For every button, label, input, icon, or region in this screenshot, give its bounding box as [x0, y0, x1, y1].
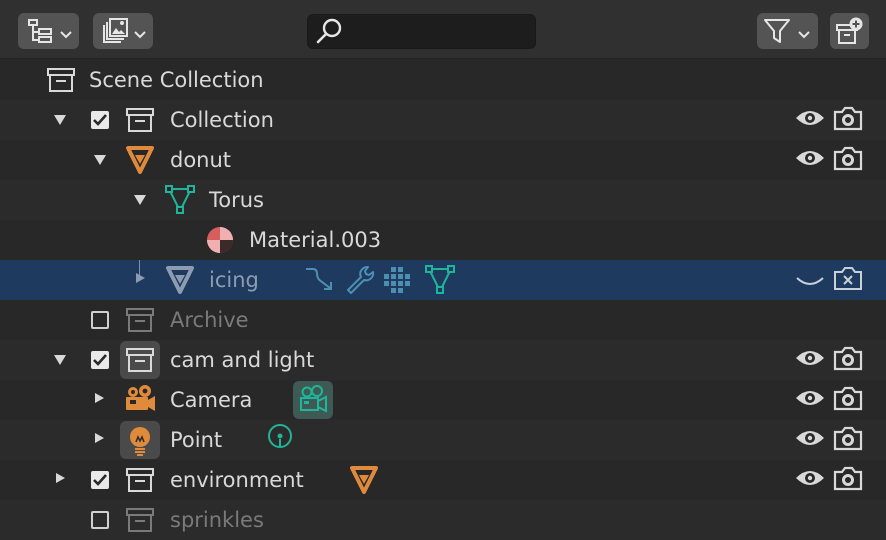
disclosure-expanded-icon[interactable] — [80, 140, 120, 180]
row-label: Material.003 — [249, 228, 382, 252]
row-label: Archive — [170, 308, 249, 332]
chevron-down-icon — [797, 23, 811, 47]
tree-row-archive[interactable]: Archive — [0, 300, 886, 340]
search-input[interactable] — [307, 14, 536, 49]
row-label: donut — [170, 148, 232, 172]
disclosure-expanded-icon[interactable] — [40, 340, 80, 380]
checkbox-unchecked[interactable] — [80, 500, 120, 540]
collection-icon — [120, 500, 160, 540]
row-label: cam and light — [170, 348, 315, 372]
view-layer-dropdown[interactable] — [93, 13, 153, 49]
search-icon — [314, 17, 344, 52]
collection-icon — [120, 340, 160, 380]
eye-closed-icon[interactable] — [790, 260, 830, 300]
collection-icon — [41, 60, 81, 100]
row-label: Collection — [170, 108, 274, 132]
row-label: sprinkles — [170, 508, 264, 532]
checkbox-unchecked[interactable] — [80, 300, 120, 340]
tree-row-material[interactable]: Material.003 — [0, 220, 886, 260]
camera-render-icon[interactable] — [828, 100, 868, 140]
outliner-icon — [27, 18, 53, 49]
mesh-object-icon[interactable] — [344, 460, 384, 500]
tree-row-sprinkles[interactable]: sprinkles — [0, 500, 886, 540]
checkbox-checked[interactable] — [80, 340, 120, 380]
wrench-icon[interactable] — [340, 260, 380, 300]
disclosure-collapsed-icon[interactable] — [80, 380, 120, 420]
camera-render-icon[interactable] — [828, 140, 868, 180]
tree-row-cam-and-light[interactable]: cam and light — [0, 340, 886, 380]
tree-row-scene-collection[interactable]: Scene Collection — [0, 60, 886, 100]
tree-row-collection[interactable]: Collection — [0, 100, 886, 140]
camera-render-icon[interactable] — [828, 420, 868, 460]
chevron-down-icon — [133, 23, 147, 47]
new-collection-button[interactable] — [830, 13, 869, 49]
camera-render-icon[interactable] — [828, 380, 868, 420]
outliner-panel: Scene Collection Collection donut Torus … — [0, 0, 886, 540]
tree-row-environment[interactable]: environment — [0, 460, 886, 500]
eye-icon[interactable] — [790, 420, 830, 460]
tree-row-point[interactable]: Point — [0, 420, 886, 460]
tree-row-icing[interactable]: icing — [0, 260, 886, 300]
checkbox-checked[interactable] — [80, 460, 120, 500]
display-mode-dropdown[interactable] — [18, 13, 79, 49]
camera-data-icon[interactable] — [293, 380, 333, 420]
mesh-object-icon — [160, 260, 200, 300]
eye-icon[interactable] — [790, 100, 830, 140]
eye-icon[interactable] — [790, 380, 830, 420]
eye-icon[interactable] — [790, 460, 830, 500]
disclosure-expanded-icon[interactable] — [120, 180, 160, 220]
filter-dropdown[interactable] — [757, 13, 818, 49]
eye-icon[interactable] — [790, 140, 830, 180]
camera-render-icon[interactable] — [828, 460, 868, 500]
tree-row-torus[interactable]: Torus — [0, 180, 886, 220]
collection-icon — [120, 100, 160, 140]
outliner-header — [0, 0, 886, 59]
grid-icon[interactable] — [380, 260, 420, 300]
collection-icon — [120, 460, 160, 500]
disclosure-collapsed-icon[interactable] — [40, 460, 80, 500]
mesh-data-icon[interactable] — [420, 260, 460, 300]
checkbox-checked[interactable] — [80, 100, 120, 140]
collection-icon — [120, 300, 160, 340]
material-icon — [200, 220, 240, 260]
chevron-down-icon — [59, 23, 73, 47]
row-label: environment — [170, 468, 304, 492]
mesh-data-icon — [160, 180, 200, 220]
view-layer-icon — [101, 17, 129, 50]
row-label: Point — [170, 428, 223, 452]
mesh-object-icon — [120, 140, 160, 180]
tree-row-camera[interactable]: Camera — [0, 380, 886, 420]
camera-icon — [120, 380, 160, 420]
disclosure-expanded-icon[interactable] — [40, 100, 80, 140]
row-label: Camera — [170, 388, 253, 412]
funnel-icon — [763, 17, 791, 50]
row-label: icing — [209, 268, 259, 292]
new-collection-icon — [834, 16, 864, 51]
light-data-icon[interactable] — [260, 420, 300, 460]
modifier-arrow-icon[interactable] — [300, 260, 340, 300]
disclosure-collapsed-icon[interactable] — [80, 420, 120, 460]
eye-icon[interactable] — [790, 340, 830, 380]
row-label: Torus — [209, 188, 264, 212]
light-icon — [120, 420, 160, 460]
camera-render-icon[interactable] — [828, 340, 868, 380]
row-label: Scene Collection — [89, 68, 264, 92]
tree-row-donut[interactable]: donut — [0, 140, 886, 180]
camera-render-disabled-icon[interactable] — [828, 260, 868, 300]
